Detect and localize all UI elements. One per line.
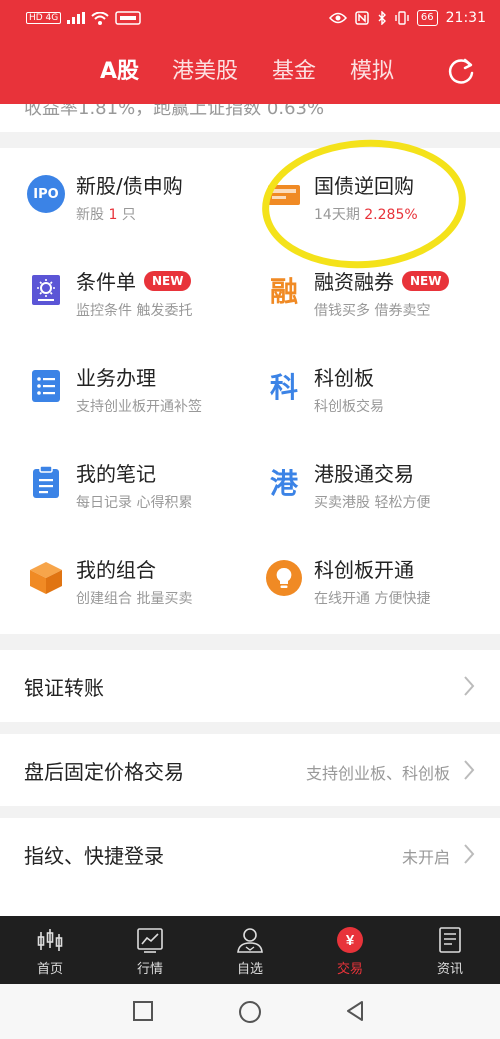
feature-margin-trading[interactable]: 融 融资融券 NEW 借钱买多 借券卖空	[0, 244, 450, 340]
wifi-icon	[91, 11, 109, 25]
candlestick-icon	[37, 929, 63, 951]
tab-market[interactable]: 行情	[100, 916, 200, 984]
bond-icon	[264, 174, 304, 214]
chart-icon	[137, 928, 163, 953]
star-market-icon: 科	[269, 371, 298, 404]
tab-hk-us-stocks[interactable]: 港美股	[172, 50, 238, 94]
status-right: 66 21:31	[328, 10, 486, 26]
bottom-tab-bar: 首页 行情 自选 ¥ 交易 资讯	[0, 916, 500, 984]
bluetooth-icon	[378, 11, 386, 25]
tab-simulation[interactable]: 模拟	[350, 50, 394, 94]
feature-title: 科创板开通	[314, 558, 414, 582]
signal-icon	[67, 12, 86, 24]
status-bar: HD 4G 66 21:31	[0, 0, 500, 36]
feature-star-market[interactable]: 科 科创板 科创板交易	[0, 340, 384, 436]
row-bank-securities-transfer[interactable]: 银证转账	[0, 650, 500, 722]
system-nav-bar	[0, 984, 500, 1039]
chevron-right-icon	[464, 676, 475, 696]
battery-level: 66	[416, 10, 438, 26]
feature-hk-connect[interactable]: 港 港股通交易 买卖港股 轻松方便	[0, 436, 430, 532]
row-label: 盘后固定价格交易	[24, 760, 184, 784]
feature-title: 融资融券 NEW	[314, 266, 450, 295]
status-left: HD 4G	[26, 11, 142, 25]
row-label: 指纹、快捷登录	[24, 844, 164, 868]
vibrate-icon	[395, 11, 409, 25]
tab-label: 行情	[136, 962, 163, 977]
feature-sub: 在线开通 方便快捷	[314, 591, 431, 607]
refresh-icon[interactable]	[446, 56, 476, 86]
feature-title: 国债逆回购	[314, 174, 414, 198]
row-value: 支持创业板、科创板	[305, 764, 450, 783]
eye-icon	[328, 12, 347, 24]
feature-title: 科创板	[314, 366, 374, 390]
hk-connect-icon: 港	[269, 467, 298, 500]
tab-label: 自选	[236, 962, 263, 977]
back-triangle-icon[interactable]	[344, 1000, 366, 1022]
market-tabs: A股 港美股 基金 模拟	[0, 50, 500, 94]
return-summary-text: 收益率1.81%，跑赢上证指数 0.63%	[24, 104, 325, 119]
chevron-right-icon	[464, 760, 475, 780]
tab-funds[interactable]: 基金	[272, 50, 316, 94]
feature-sub: 14天期 2.285%	[314, 207, 418, 223]
tab-label: 首页	[36, 962, 63, 977]
margin-trading-icon: 融	[269, 275, 298, 308]
tab-a-shares[interactable]: A股	[100, 50, 139, 94]
row-label: 银证转账	[24, 676, 104, 700]
yen-icon: ¥	[337, 927, 363, 953]
person-icon	[237, 928, 263, 953]
app-notification-icon	[115, 11, 142, 25]
tab-label: 资讯	[436, 962, 463, 977]
network-badge: HD 4G	[26, 12, 62, 24]
new-badge: NEW	[402, 270, 450, 291]
home-circle-icon[interactable]	[238, 1000, 262, 1024]
chevron-right-icon	[464, 844, 475, 864]
feature-treasury-repo[interactable]: 国债逆回购 14天期 2.285%	[0, 148, 418, 244]
lightbulb-icon	[264, 558, 304, 598]
recent-apps-icon[interactable]	[132, 1000, 154, 1022]
row-fingerprint-login[interactable]: 指纹、快捷登录 未开启	[0, 818, 500, 916]
feature-title: 港股通交易	[314, 462, 414, 486]
feature-sub: 借钱买多 借券卖空	[314, 303, 431, 319]
return-summary: 收益率1.81%，跑赢上证指数 0.63%	[0, 104, 500, 132]
nfc-icon	[355, 11, 369, 25]
tab-watchlist[interactable]: 自选	[200, 916, 300, 984]
row-value: 未开启	[401, 848, 450, 867]
tab-trade[interactable]: ¥ 交易	[300, 916, 400, 984]
feature-star-market-open[interactable]: 科创板开通 在线开通 方便快捷	[0, 532, 430, 628]
feature-sub: 科创板交易	[314, 399, 384, 415]
tab-label: 交易	[336, 962, 363, 977]
feature-grid: IPO 新股/债申购 新股 1 只 国债逆回购 14天期 2.285% 条件单 N…	[0, 148, 500, 634]
tab-news[interactable]: 资讯	[400, 916, 500, 984]
clock: 21:31	[445, 10, 486, 26]
tab-home[interactable]: 首页	[0, 916, 100, 984]
feature-sub: 买卖港股 轻松方便	[314, 495, 431, 511]
document-icon	[439, 927, 461, 953]
app-header: HD 4G 66 21:31 A股 港美股 基金 模拟	[0, 0, 500, 104]
row-after-hours-fixed-price[interactable]: 盘后固定价格交易 支持创业板、科创板	[0, 734, 500, 806]
yen-symbol: ¥	[346, 932, 355, 949]
